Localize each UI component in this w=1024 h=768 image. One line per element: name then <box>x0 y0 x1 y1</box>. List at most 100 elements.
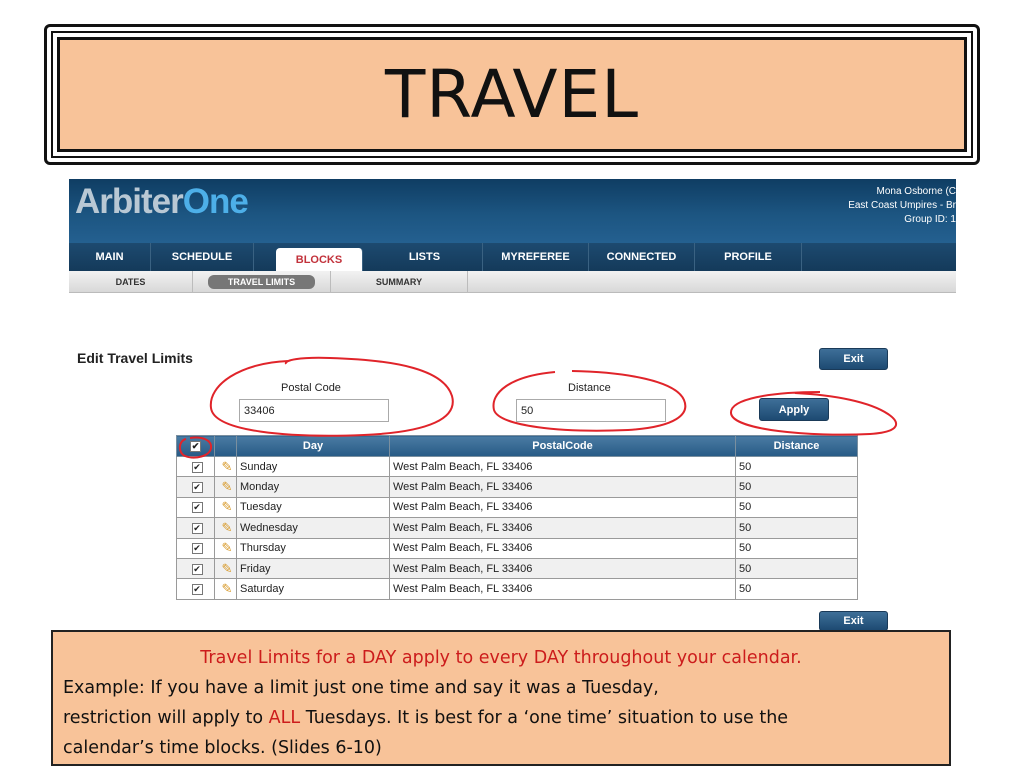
user-group: East Coast Umpires - Br <box>848 200 956 211</box>
distance-input[interactable] <box>516 399 666 422</box>
note-line-2: Example: If you have a limit just one ti… <box>63 678 659 698</box>
row-postalcode: West Palm Beach, FL 33406 <box>389 496 736 519</box>
sub-nav: DATES TRAVEL LIMITS SUMMARY <box>69 271 956 293</box>
edit-travel-limits-heading: Edit Travel Limits <box>77 350 193 366</box>
logo-part-arbiter: Arbiter <box>75 182 184 221</box>
nav-blocks[interactable]: BLOCKS <box>276 248 363 271</box>
row-checkbox[interactable]: ✔ <box>191 563 203 575</box>
row-checkbox[interactable]: ✔ <box>191 461 203 473</box>
pencil-edit-icon[interactable]: ✎ <box>222 499 233 514</box>
select-all-checkbox[interactable]: ✔ <box>190 441 201 452</box>
row-edit-cell[interactable]: ✎ <box>214 455 237 478</box>
nav-schedule[interactable]: SCHEDULE <box>151 243 254 271</box>
row-edit-cell[interactable]: ✎ <box>214 517 237 539</box>
table-row: ✔ ✎ Friday West Palm Beach, FL 33406 50 <box>176 557 858 580</box>
postalcode-column-header[interactable]: PostalCode <box>389 435 736 457</box>
row-postalcode: West Palm Beach, FL 33406 <box>389 557 736 580</box>
row-distance: 50 <box>735 537 858 559</box>
row-checkbox-cell[interactable]: ✔ <box>176 578 215 600</box>
distance-column-header[interactable]: Distance <box>735 435 858 457</box>
note-line-3-all: ALL <box>268 708 301 728</box>
user-name: Mona Osborne (C <box>876 186 956 197</box>
subnav-travel-limits[interactable]: TRAVEL LIMITS <box>193 271 331 293</box>
app-header: ArbiterOne Mona Osborne (C East Coast Um… <box>69 179 956 243</box>
nav-main[interactable]: MAIN <box>69 243 151 271</box>
row-edit-cell[interactable]: ✎ <box>214 557 237 580</box>
note-line-1: Travel Limits for a DAY apply to every D… <box>200 648 802 668</box>
table-row: ✔ ✎ Tuesday West Palm Beach, FL 33406 50 <box>176 496 858 519</box>
row-checkbox[interactable]: ✔ <box>191 502 203 514</box>
postal-code-label: Postal Code <box>281 382 341 394</box>
user-info: Mona Osborne (C East Coast Umpires - Br … <box>806 185 956 227</box>
row-checkbox-cell[interactable]: ✔ <box>176 476 215 498</box>
annotation-circle-postal <box>209 356 454 437</box>
row-checkbox-cell[interactable]: ✔ <box>176 557 215 580</box>
exit-button-bottom[interactable]: Exit <box>819 611 888 631</box>
nav-myreferee[interactable]: MYREFEREE <box>483 243 589 271</box>
table-row: ✔ ✎ Monday West Palm Beach, FL 33406 50 <box>176 476 858 498</box>
note-line-4: calendar’s time blocks. (Slides 6-10) <box>63 738 382 758</box>
row-distance: 50 <box>735 578 858 600</box>
note-line-3-post: Tuesdays. It is best for a ‘one time’ si… <box>300 708 789 728</box>
row-distance: 50 <box>735 557 858 580</box>
table-header-row: ✔ Day PostalCode Distance <box>176 435 858 457</box>
subnav-dates[interactable]: DATES <box>69 271 193 293</box>
postal-code-input[interactable] <box>239 399 389 422</box>
arbiter-logo[interactable]: ArbiterOne <box>75 182 249 222</box>
row-day: Sunday <box>236 455 390 478</box>
row-distance: 50 <box>735 496 858 519</box>
row-day: Monday <box>236 476 390 498</box>
row-edit-cell[interactable]: ✎ <box>214 537 237 559</box>
row-edit-cell[interactable]: ✎ <box>214 496 237 519</box>
slide-title: TRAVEL <box>384 56 640 133</box>
row-edit-cell[interactable]: ✎ <box>214 476 237 498</box>
pencil-edit-icon[interactable]: ✎ <box>222 540 233 555</box>
row-day: Thursday <box>236 537 390 559</box>
row-checkbox-cell[interactable]: ✔ <box>176 496 215 519</box>
pencil-edit-icon[interactable]: ✎ <box>222 459 233 474</box>
table-row: ✔ ✎ Wednesday West Palm Beach, FL 33406 50 <box>176 517 858 539</box>
pencil-edit-icon[interactable]: ✎ <box>222 479 233 494</box>
user-group-id: Group ID: 1 <box>904 214 956 225</box>
row-distance: 50 <box>735 455 858 478</box>
title-fill: TRAVEL <box>57 37 967 152</box>
row-checkbox[interactable]: ✔ <box>191 522 203 534</box>
row-postalcode: West Palm Beach, FL 33406 <box>389 476 736 498</box>
row-postalcode: West Palm Beach, FL 33406 <box>389 455 736 478</box>
row-edit-cell[interactable]: ✎ <box>214 578 237 600</box>
nav-lists[interactable]: LISTS <box>367 243 483 271</box>
row-postalcode: West Palm Beach, FL 33406 <box>389 578 736 600</box>
note-line-3: restriction will apply to ALL Tuesdays. … <box>63 703 949 733</box>
subnav-summary[interactable]: SUMMARY <box>331 271 468 293</box>
row-checkbox[interactable]: ✔ <box>191 584 203 596</box>
pencil-edit-icon[interactable]: ✎ <box>222 520 233 535</box>
select-all-header[interactable]: ✔ <box>176 435 215 457</box>
table-row: ✔ ✎ Sunday West Palm Beach, FL 33406 50 <box>176 455 858 478</box>
main-nav: MAIN SCHEDULE BLOCKS LISTS MYREFEREE CON… <box>69 243 956 271</box>
table-row: ✔ ✎ Saturday West Palm Beach, FL 33406 50 <box>176 578 858 600</box>
row-checkbox-cell[interactable]: ✔ <box>176 537 215 559</box>
nav-connected[interactable]: CONNECTED <box>589 243 695 271</box>
edit-column-header <box>214 435 237 457</box>
pencil-edit-icon[interactable]: ✎ <box>222 561 233 576</box>
logo-part-one: One <box>182 182 249 221</box>
day-column-header[interactable]: Day <box>236 435 390 457</box>
row-checkbox[interactable]: ✔ <box>191 543 203 555</box>
distance-label: Distance <box>568 382 611 394</box>
row-postalcode: West Palm Beach, FL 33406 <box>389 517 736 539</box>
pencil-edit-icon[interactable]: ✎ <box>222 581 233 596</box>
row-checkbox[interactable]: ✔ <box>191 482 203 494</box>
note-line-3-pre: restriction will apply to <box>63 708 269 728</box>
subnav-travel-limits-label: TRAVEL LIMITS <box>207 275 316 289</box>
row-checkbox-cell[interactable]: ✔ <box>176 455 215 478</box>
explanation-note: Travel Limits for a DAY apply to every D… <box>51 630 951 766</box>
title-frame: TRAVEL <box>51 31 973 158</box>
row-checkbox-cell[interactable]: ✔ <box>176 517 215 539</box>
exit-button-top[interactable]: Exit <box>819 348 888 370</box>
row-day: Wednesday <box>236 517 390 539</box>
travel-limits-table: ✔ Day PostalCode Distance ✔ ✎ Sunday West P… <box>176 435 858 600</box>
row-postalcode: West Palm Beach, FL 33406 <box>389 537 736 559</box>
apply-button[interactable]: Apply <box>759 398 829 421</box>
table-row: ✔ ✎ Thursday West Palm Beach, FL 33406 50 <box>176 537 858 559</box>
nav-profile[interactable]: PROFILE <box>695 243 802 271</box>
